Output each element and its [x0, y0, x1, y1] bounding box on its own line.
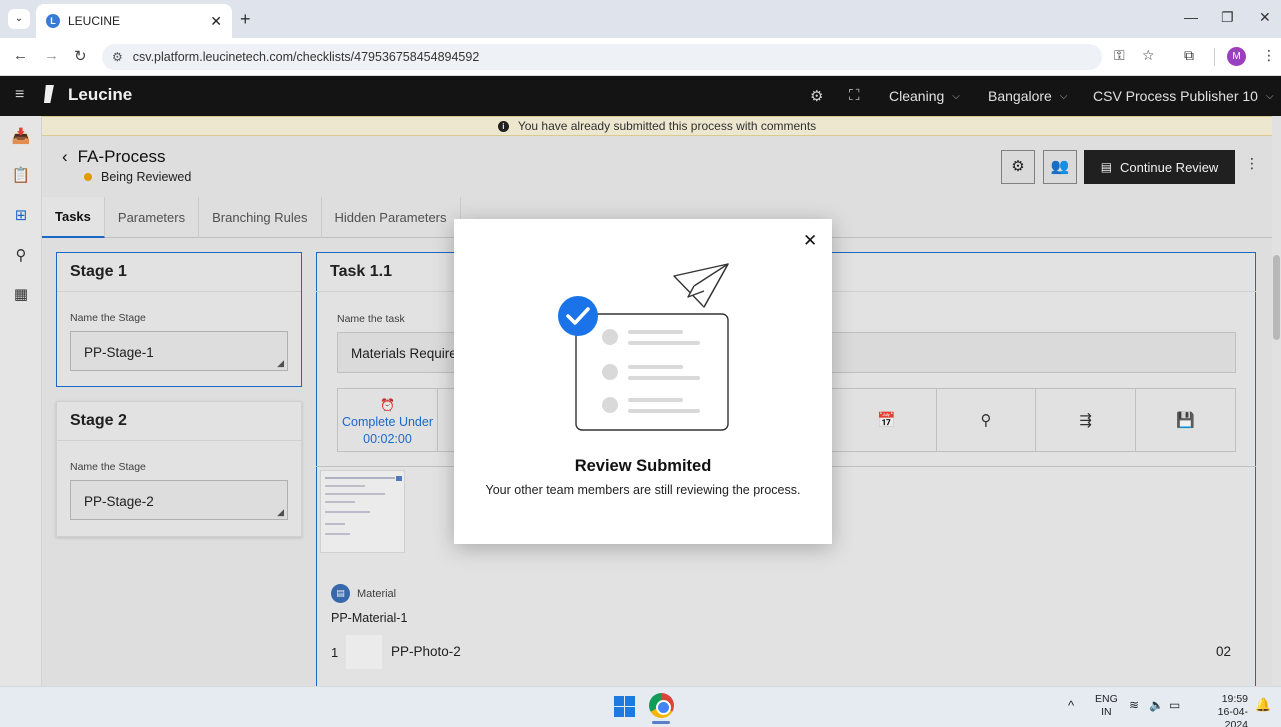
clock-time: 19:59 — [1221, 693, 1248, 705]
battery-icon[interactable]: ▭ — [1169, 698, 1180, 712]
language-code: ENG — [1095, 693, 1118, 705]
check-circle-icon — [558, 296, 598, 336]
tab-title: LEUCINE — [68, 14, 121, 28]
chrome-taskbar-icon[interactable] — [649, 693, 674, 718]
reload-icon[interactable]: ↻ — [74, 47, 87, 65]
wifi-icon[interactable]: ≋ — [1129, 698, 1139, 712]
url-omnibox[interactable]: ⚙ csv.platform.leucinetech.com/checklist… — [102, 44, 1102, 70]
modal-message: Your other team members are still review… — [485, 483, 801, 497]
tab-search-icon[interactable]: ⌄ — [8, 9, 30, 29]
review-submitted-modal: ✕ Review Submited Your other team member… — [454, 219, 832, 544]
browser-tab[interactable]: L LEUCINE ✕ — [36, 4, 232, 38]
close-icon[interactable]: ✕ — [803, 231, 817, 251]
paper-plane-icon — [673, 263, 729, 308]
toolbar-divider — [1214, 48, 1215, 66]
modal-title: Review Submited — [574, 457, 712, 475]
region-code: IN — [1101, 706, 1112, 718]
favicon-icon: L — [46, 14, 60, 28]
os-taskbar — [0, 686, 1281, 727]
restore-icon[interactable]: ❐ — [1221, 9, 1234, 26]
volume-icon[interactable]: 🔈 — [1149, 698, 1164, 712]
forward-icon[interactable]: → — [44, 47, 59, 64]
more-menu-icon[interactable]: ⋮ — [1262, 47, 1276, 64]
language-indicator[interactable]: ENG IN — [1095, 693, 1118, 719]
profile-avatar[interactable]: M — [1227, 47, 1246, 66]
site-settings-icon[interactable]: ⚙ — [112, 50, 123, 64]
review-illustration — [558, 263, 729, 431]
extensions-icon[interactable]: ⧉ — [1184, 47, 1194, 64]
password-key-icon[interactable]: ⚿ — [1114, 47, 1125, 64]
notification-bell-icon[interactable]: 🔔 — [1255, 697, 1271, 713]
active-app-indicator — [652, 721, 670, 724]
back-icon[interactable]: ← — [13, 47, 28, 64]
close-tab-icon[interactable]: ✕ — [210, 13, 222, 30]
tray-overflow-chevron-icon[interactable]: ^ — [1068, 698, 1074, 713]
close-window-icon[interactable]: ✕ — [1259, 9, 1271, 26]
windows-start-icon[interactable] — [614, 696, 635, 717]
minimize-icon[interactable]: — — [1184, 9, 1198, 25]
new-tab-icon[interactable]: + — [240, 9, 251, 30]
url-text: csv.platform.leucinetech.com/checklists/… — [132, 50, 480, 64]
bookmark-star-icon[interactable]: ☆ — [1142, 47, 1155, 64]
clock-date: 16-04-2024 — [1217, 706, 1248, 727]
document-icon — [575, 313, 729, 431]
clock[interactable]: 19:59 16-04-2024 — [1196, 693, 1248, 727]
